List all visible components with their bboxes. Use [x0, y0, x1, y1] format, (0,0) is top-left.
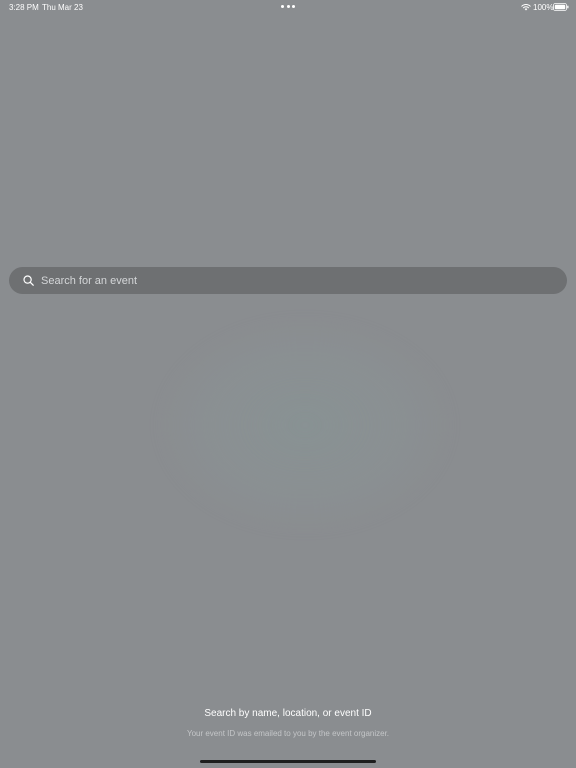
more-dots-icon[interactable]	[281, 5, 295, 9]
status-bar: 3:28 PM Thu Mar 23 100%	[0, 0, 576, 14]
search-input[interactable]	[41, 274, 567, 287]
search-bar[interactable]	[9, 267, 567, 294]
background-blur	[160, 320, 450, 530]
wifi-icon	[521, 4, 531, 11]
search-icon	[23, 275, 34, 286]
search-hint-title: Search by name, location, or event ID	[204, 708, 372, 719]
status-time: 3:28 PM	[9, 3, 39, 12]
search-hint-subtitle: Your event ID was emailed to you by the …	[186, 729, 390, 738]
battery-percentage: 100%	[533, 3, 554, 12]
status-date: Thu Mar 23	[42, 3, 83, 12]
home-indicator[interactable]	[200, 760, 376, 763]
battery-icon	[553, 3, 569, 11]
